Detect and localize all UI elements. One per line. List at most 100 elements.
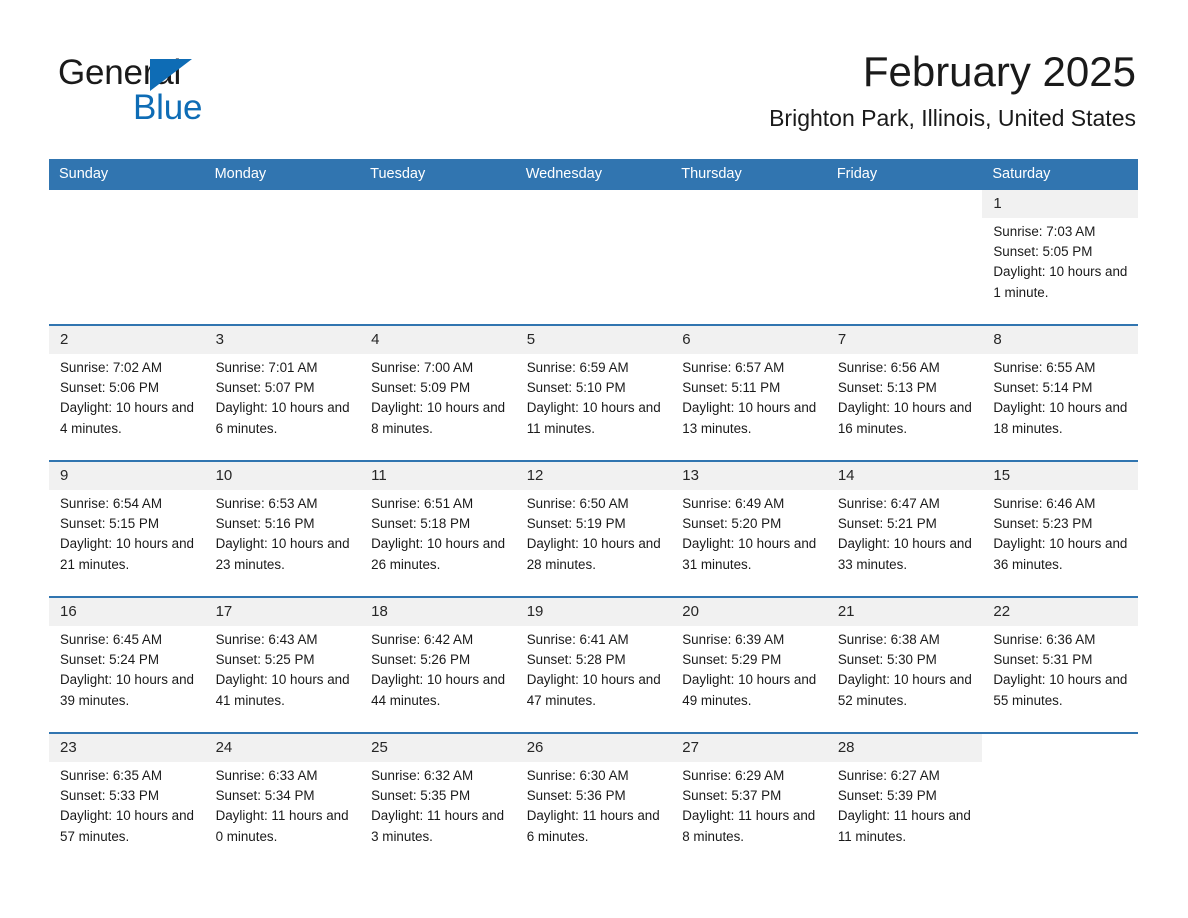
day-cell[interactable]: 17 Sunrise: 6:43 AM Sunset: 5:25 PM Dayligh… [204,598,361,732]
calendar-cell: 21 Sunrise: 6:38 AM Sunset: 5:30 PM Dayligh… [826,596,983,733]
sunrise-text: Sunrise: 6:59 AM [526,360,629,375]
day-number: 11 [360,462,516,490]
sunrise-text: Sunrise: 6:53 AM [215,496,318,511]
daylight-text: Daylight: 10 hours and 36 minutes. [993,536,1128,572]
calendar-cell [49,190,205,325]
calendar-cell: 26 Sunrise: 6:30 AM Sunset: 5:36 PM Dayligh… [515,732,672,868]
day-number: 22 [982,598,1138,626]
sunrise-text: Sunrise: 7:02 AM [60,360,162,375]
day-cell[interactable]: 12 Sunrise: 6:50 AM Sunset: 5:19 PM Dayligh… [515,462,672,596]
calendar-cell: 2 Sunrise: 7:02 AM Sunset: 5:06 PM Daylight… [49,324,205,461]
calendar-page: General Blue February 2025 Brighton Park… [0,0,1188,918]
day-cell[interactable]: 7 Sunrise: 6:56 AM Sunset: 5:13 PM Daylight… [826,326,983,460]
daylight-text: Daylight: 10 hours and 57 minutes. [60,808,194,844]
calendar-week-row: 16 Sunrise: 6:45 AM Sunset: 5:24 PM Dayligh… [49,596,1138,733]
day-cell[interactable]: 24 Sunrise: 6:33 AM Sunset: 5:34 PM Dayligh… [204,734,361,868]
sunrise-text: Sunrise: 6:51 AM [371,496,474,511]
day-cell[interactable]: 21 Sunrise: 6:38 AM Sunset: 5:30 PM Dayligh… [826,598,983,732]
day-cell[interactable]: 3 Sunrise: 7:01 AM Sunset: 5:07 PM Daylight… [204,326,361,460]
sunrise-text: Sunrise: 6:43 AM [215,632,318,647]
generalblue-logo[interactable]: General Blue [58,53,308,127]
day-cell[interactable]: 18 Sunrise: 6:42 AM Sunset: 5:26 PM Dayligh… [360,598,516,732]
calendar-cell: 10 Sunrise: 6:53 AM Sunset: 5:16 PM Dayligh… [204,460,361,597]
empty-day-cell [982,734,1138,868]
calendar-cell [205,190,361,325]
calendar-cell: 28 Sunrise: 6:27 AM Sunset: 5:39 PM Dayligh… [826,732,983,868]
day-cell[interactable]: 26 Sunrise: 6:30 AM Sunset: 5:36 PM Dayligh… [515,734,672,868]
day-cell[interactable]: 2 Sunrise: 7:02 AM Sunset: 5:06 PM Daylight… [49,326,205,460]
day-details: Sunrise: 6:41 AM Sunset: 5:28 PM Daylight:… [516,626,672,711]
day-cell[interactable]: 27 Sunrise: 6:29 AM Sunset: 5:37 PM Dayligh… [671,734,827,868]
day-number: 28 [826,734,983,762]
calendar-cell: 18 Sunrise: 6:42 AM Sunset: 5:26 PM Dayligh… [360,596,516,733]
day-cell[interactable]: 14 Sunrise: 6:47 AM Sunset: 5:21 PM Dayligh… [826,462,983,596]
day-cell[interactable]: 15 Sunrise: 6:46 AM Sunset: 5:23 PM Dayligh… [982,462,1138,596]
sunset-text: Sunset: 5:18 PM [371,516,471,532]
sunrise-text: Sunrise: 6:45 AM [60,632,162,647]
daylight-text: Daylight: 10 hours and 23 minutes. [215,536,350,572]
sunrise-text: Sunrise: 6:54 AM [60,496,162,511]
calendar-cell: 19 Sunrise: 6:41 AM Sunset: 5:28 PM Dayligh… [515,596,672,733]
sunset-text: Sunset: 5:13 PM [837,380,937,396]
calendar-cell: 3 Sunrise: 7:01 AM Sunset: 5:07 PM Daylight… [204,324,361,461]
day-number: 17 [204,598,361,626]
day-cell[interactable]: 6 Sunrise: 6:57 AM Sunset: 5:11 PM Daylight… [671,326,827,460]
calendar-grid: Sunday Monday Tuesday Wednesday Thursday… [49,159,1138,868]
sunset-text: Sunset: 5:09 PM [371,380,471,396]
empty-day-cell [205,190,361,324]
sunset-text: Sunset: 5:05 PM [993,244,1093,260]
day-details: Sunrise: 7:02 AM Sunset: 5:06 PM Daylight:… [49,354,205,439]
sunrise-text: Sunrise: 6:42 AM [371,632,474,647]
sunset-text: Sunset: 5:31 PM [993,652,1093,668]
empty-day-cell [827,190,983,324]
calendar-cell: 9 Sunrise: 6:54 AM Sunset: 5:15 PM Daylight… [49,460,205,597]
sunrise-text: Sunrise: 6:35 AM [60,768,162,783]
day-details: Sunrise: 6:49 AM Sunset: 5:20 PM Daylight:… [671,490,827,575]
sunset-text: Sunset: 5:21 PM [837,516,937,532]
calendar-cell: 7 Sunrise: 6:56 AM Sunset: 5:13 PM Daylight… [826,324,983,461]
sunset-text: Sunset: 5:39 PM [837,788,937,804]
day-cell[interactable]: 28 Sunrise: 6:27 AM Sunset: 5:39 PM Dayligh… [826,734,983,868]
calendar-cell: 6 Sunrise: 6:57 AM Sunset: 5:11 PM Daylight… [671,324,827,461]
weekday-header-row: Sunday Monday Tuesday Wednesday Thursday… [49,159,1138,190]
daylight-text: Daylight: 10 hours and 4 minutes. [60,400,194,436]
day-details: Sunrise: 6:39 AM Sunset: 5:29 PM Daylight:… [671,626,827,711]
day-cell[interactable]: 4 Sunrise: 7:00 AM Sunset: 5:09 PM Daylight… [360,326,516,460]
calendar-cell: 17 Sunrise: 6:43 AM Sunset: 5:25 PM Dayligh… [204,596,361,733]
weekday-header-sunday: Sunday [49,159,205,190]
day-details: Sunrise: 6:45 AM Sunset: 5:24 PM Daylight:… [49,626,205,711]
empty-day-cell [360,190,516,324]
day-cell[interactable]: 5 Sunrise: 6:59 AM Sunset: 5:10 PM Daylight… [515,326,672,460]
sunrise-text: Sunrise: 6:36 AM [993,632,1096,647]
daylight-text: Daylight: 10 hours and 8 minutes. [371,400,506,436]
day-cell[interactable]: 8 Sunrise: 6:55 AM Sunset: 5:14 PM Daylight… [982,326,1138,460]
daylight-text: Daylight: 11 hours and 3 minutes. [371,808,505,844]
day-details: Sunrise: 6:42 AM Sunset: 5:26 PM Daylight:… [360,626,516,711]
day-cell[interactable]: 20 Sunrise: 6:39 AM Sunset: 5:29 PM Dayligh… [671,598,827,732]
day-cell[interactable]: 16 Sunrise: 6:45 AM Sunset: 5:24 PM Dayligh… [49,598,205,732]
sunrise-text: Sunrise: 6:33 AM [215,768,318,783]
day-cell[interactable]: 10 Sunrise: 6:53 AM Sunset: 5:16 PM Dayligh… [204,462,361,596]
day-number: 24 [204,734,361,762]
day-cell[interactable]: 22 Sunrise: 6:36 AM Sunset: 5:31 PM Dayligh… [982,598,1138,732]
day-details: Sunrise: 6:50 AM Sunset: 5:19 PM Daylight:… [516,490,672,575]
day-cell[interactable]: 13 Sunrise: 6:49 AM Sunset: 5:20 PM Dayligh… [671,462,827,596]
day-cell[interactable]: 1 Sunrise: 7:03 AM Sunset: 5:05 PM Daylight… [982,190,1138,324]
day-cell[interactable]: 9 Sunrise: 6:54 AM Sunset: 5:15 PM Daylight… [49,462,205,596]
weekday-header-saturday: Saturday [982,159,1138,190]
day-cell[interactable]: 19 Sunrise: 6:41 AM Sunset: 5:28 PM Dayligh… [515,598,672,732]
day-number: 4 [360,326,516,354]
calendar-week-row: 2 Sunrise: 7:02 AM Sunset: 5:06 PM Daylight… [49,324,1138,461]
day-number: 8 [982,326,1138,354]
sunrise-text: Sunrise: 6:56 AM [837,360,940,375]
empty-day-cell [516,190,672,324]
sunset-text: Sunset: 5:34 PM [215,788,315,804]
sunset-text: Sunset: 5:16 PM [215,516,315,532]
day-details: Sunrise: 6:43 AM Sunset: 5:25 PM Daylight:… [205,626,361,711]
day-details: Sunrise: 6:55 AM Sunset: 5:14 PM Daylight:… [982,354,1138,439]
day-cell[interactable]: 25 Sunrise: 6:32 AM Sunset: 5:35 PM Dayligh… [360,734,516,868]
day-cell[interactable]: 11 Sunrise: 6:51 AM Sunset: 5:18 PM Dayligh… [360,462,516,596]
day-number: 2 [49,326,205,354]
day-cell[interactable]: 23 Sunrise: 6:35 AM Sunset: 5:33 PM Dayligh… [49,734,205,868]
daylight-text: Daylight: 10 hours and 6 minutes. [215,400,350,436]
